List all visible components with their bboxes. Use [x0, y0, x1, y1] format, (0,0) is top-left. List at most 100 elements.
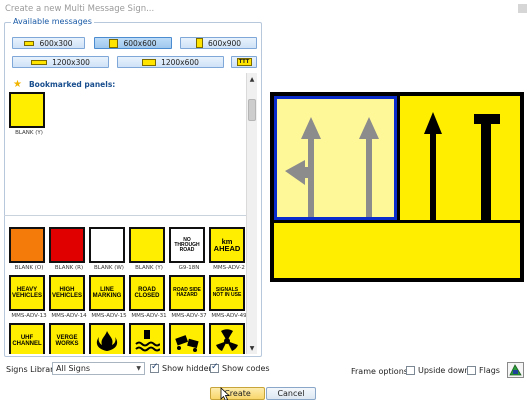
sign-mms-adv-2[interactable]: km AHEAD MMS-ADV-2 [209, 227, 246, 271]
sign-preview [49, 227, 85, 263]
upside-down-checkbox[interactable]: Upside down [406, 366, 469, 375]
cancel-button[interactable]: Cancel [266, 387, 316, 400]
sign-blank-y-[interactable]: BLANK (Y) [129, 227, 169, 271]
sign-code: MMS-ADV-31 [131, 313, 167, 319]
size-600x600-button[interactable]: 600x600 [94, 37, 172, 49]
signs-library-select[interactable]: All Signs ▼ [52, 362, 145, 375]
frame-style-icon [509, 364, 522, 376]
sign-code: BLANK (O) [14, 265, 44, 271]
close-icon[interactable] [518, 4, 527, 13]
sign-mms-adv-15[interactable]: LINE MARKING MMS-ADV-15 [89, 275, 129, 319]
show-codes-checkbox[interactable]: Show codes [210, 362, 270, 373]
sign-mms-adv-13[interactable]: HEAVY VEHICLES MMS-ADV-13 [9, 275, 49, 319]
sign-blank-r-[interactable]: BLANK (R) [49, 227, 89, 271]
sign-preview: km AHEAD [209, 227, 245, 263]
sign-blank-w-[interactable]: BLANK (W) [89, 227, 129, 271]
sign-code: BLANK (R) [54, 265, 84, 271]
sign-code: BLANK (Y) [15, 130, 43, 136]
signs-library-value: All Signs [56, 364, 91, 373]
available-messages-label: Available messages [11, 17, 94, 26]
panel-1200x600-icon [142, 58, 157, 66]
sign-preview [209, 323, 245, 354]
sign-text: HIGH VEHICLES [51, 287, 82, 299]
mouse-cursor-icon [220, 387, 231, 400]
sign-g9-18n[interactable]: NO THROUGH ROAD G9-18N [169, 227, 209, 271]
crash-icon [175, 335, 199, 352]
sign-preview: SIGNALS NOT IN USE [209, 275, 245, 311]
sign-code: BLANK (Y) [135, 265, 163, 271]
star-icon: ★ [13, 79, 22, 90]
size-1200x300-button[interactable]: 1200x300 [12, 56, 109, 68]
sign-code: MMS-ADV-37 [171, 313, 207, 319]
sign-text: VERGE WORKS [55, 335, 79, 347]
sign-mms-adv-14[interactable]: HIGH VEHICLES MMS-ADV-14 [49, 275, 89, 319]
bookmarked-panels-label: Bookmarked panels: [28, 80, 116, 89]
sign-code: MMS-ADV-15 [91, 313, 127, 319]
sign-text: UHF CHANNEL [12, 335, 42, 347]
size-600x300-label: 600x300 [39, 38, 73, 48]
size-1200x600-label: 1200x600 [161, 57, 199, 67]
sign-mms-adv-37[interactable]: ROAD SIDE HAZARD MMS-ADV-37 [169, 275, 209, 319]
sign-mms-adv-31[interactable]: ROAD CLOSED MMS-ADV-31 [129, 275, 169, 319]
radioactive-icon [216, 329, 238, 351]
show-hidden-checkbox[interactable]: Show hidden [150, 362, 214, 373]
sign-mms-adv-54[interactable]: UHF CHANNELMMS-ADV-54 [9, 323, 49, 354]
sign-code: G9-18N [178, 265, 200, 271]
window-title: Create a new Multi Message Sign... [5, 4, 155, 14]
sign-text: km AHEAD [213, 236, 241, 253]
sign-preview [89, 227, 125, 263]
flags-label: Flags [479, 366, 500, 375]
show-codes-box[interactable] [210, 362, 219, 373]
selected-panel-left[interactable] [274, 96, 397, 220]
upside-down-box[interactable] [406, 366, 415, 375]
lane-arrows-icon [285, 117, 379, 217]
panel-right[interactable] [400, 96, 520, 220]
size-600x900-button[interactable]: 600x900 [180, 37, 257, 49]
size-600x300-button[interactable]: 600x300 [12, 37, 85, 49]
lane-closed-icon [424, 112, 500, 220]
show-hidden-box[interactable] [150, 362, 159, 373]
sign-preview: LINE MARKING [89, 275, 125, 311]
panel-1200x300-icon [31, 59, 48, 65]
sign-preview [89, 323, 125, 354]
sign-preview-canvas[interactable] [270, 92, 524, 282]
sign-text: ROAD SIDE HAZARD [173, 287, 201, 298]
sign-mms-adv-62[interactable]: MMS-ADV-62 [129, 323, 169, 354]
scroll-down-icon[interactable]: ▼ [247, 343, 257, 353]
sign-mms-adv-63[interactable]: MMS-ADV-63 [169, 323, 209, 354]
size-1200x600-button[interactable]: 1200x600 [117, 56, 224, 68]
sign-blank-o-[interactable]: BLANK (O) [9, 227, 49, 271]
size-1200x300-label: 1200x300 [52, 57, 90, 67]
sign-code: MMS-ADV-2 [213, 265, 245, 271]
sign-mms-adv-57[interactable]: VERGE WORKSMMS-ADV-57 [49, 323, 89, 354]
show-hidden-label: Show hidden [162, 364, 214, 373]
gallery-scrollbar[interactable]: ▲ ▼ [246, 73, 257, 354]
sign-preview [169, 323, 205, 354]
sign-text: NO THROUGH ROAD [174, 236, 200, 253]
sign-text: ROAD CLOSED [134, 287, 160, 299]
sign-gallery[interactable]: ★ Bookmarked panels: BLANK (Y) BLANK (O)… [4, 73, 246, 354]
sign-preview: ROAD SIDE HAZARD [169, 275, 205, 311]
scroll-thumb[interactable] [248, 99, 256, 121]
sign-mms-adv-64[interactable]: MMS-ADV-64 [209, 323, 246, 354]
sign-code: MMS-ADV-13 [11, 313, 47, 319]
sign-mms-adv-61[interactable]: MMS-ADV-61 [89, 323, 129, 354]
frame-style-button[interactable] [507, 362, 524, 378]
sign-mms-adv-49[interactable]: SIGNALS NOT IN USE MMS-ADV-49 [209, 275, 246, 319]
size-triple-button[interactable]: TTT [231, 56, 257, 68]
flags-checkbox[interactable]: Flags [467, 366, 500, 375]
sign-preview [129, 227, 165, 263]
sign-text: HEAVY VEHICLES [11, 287, 42, 299]
panel-bottom[interactable] [274, 223, 520, 278]
create-button[interactable]: Create [210, 387, 265, 400]
upside-down-label: Upside down [418, 366, 470, 375]
bookmark-blank-y[interactable]: BLANK (Y) [9, 92, 49, 136]
scroll-up-icon[interactable]: ▲ [247, 74, 257, 84]
flags-box[interactable] [467, 366, 476, 375]
sign-text: LINE MARKING [92, 287, 122, 299]
sign-preview [9, 92, 45, 128]
panel-600x900-icon [195, 38, 203, 48]
flood-icon [135, 330, 160, 352]
sign-preview: NO THROUGH ROAD [169, 227, 205, 263]
frame-options-label: Frame options: [351, 367, 411, 376]
